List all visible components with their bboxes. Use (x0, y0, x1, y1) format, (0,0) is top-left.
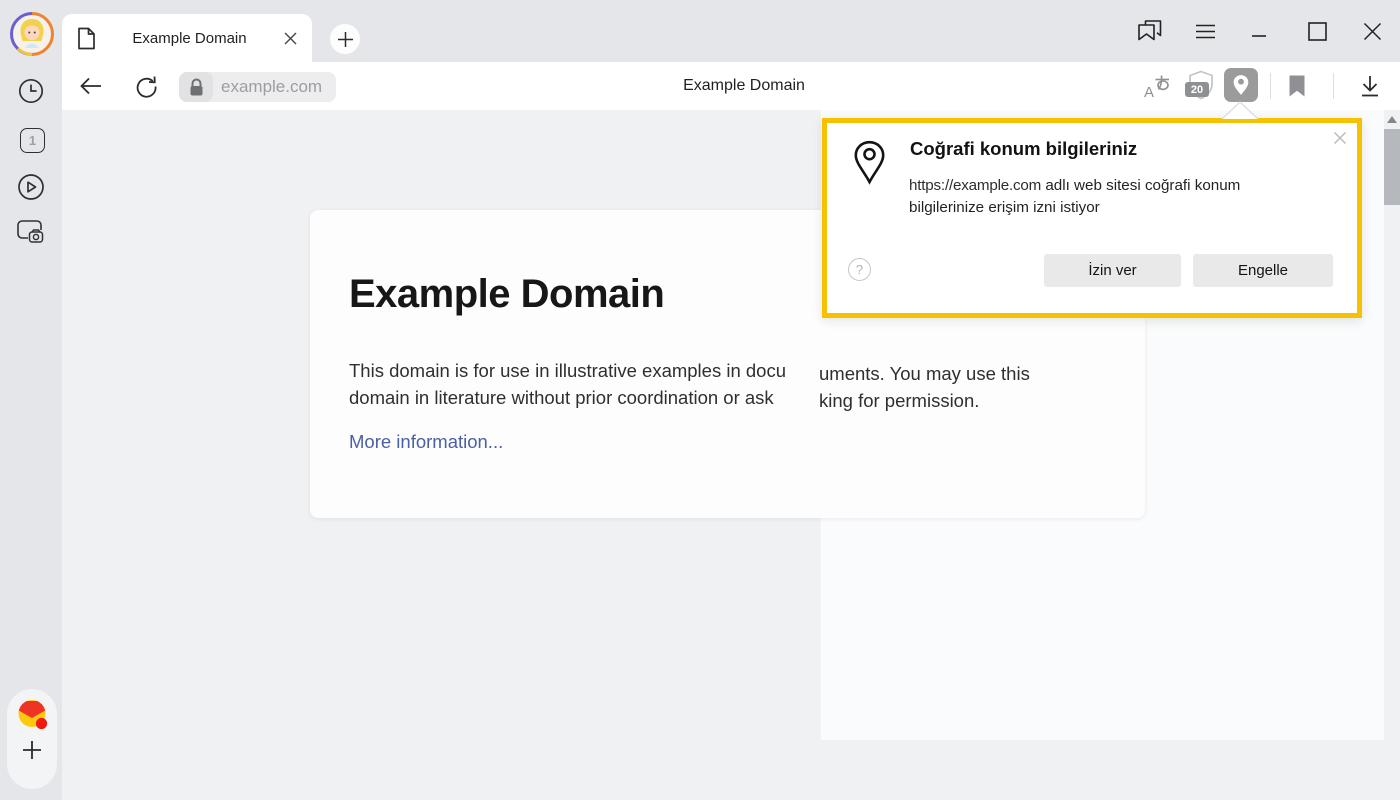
maximize-icon (1308, 22, 1327, 41)
add-app-button[interactable] (21, 739, 43, 761)
avatar-icon (9, 11, 55, 57)
location-pin-icon (853, 140, 886, 185)
svg-text:A: A (1144, 84, 1154, 100)
popup-site-url: https://example.com (909, 177, 1041, 194)
popup-title: Coğrafi konum bilgileriniz (910, 138, 1137, 160)
toolbar: example.com Example Domain A 20 (62, 62, 1400, 110)
history-clock-icon (18, 78, 44, 104)
close-icon (1333, 131, 1347, 145)
url-text: example.com (213, 77, 322, 97)
collections-button[interactable] (1134, 0, 1164, 62)
more-information-link[interactable]: More information... (349, 431, 503, 453)
translate-button[interactable]: A (1141, 62, 1173, 110)
maximize-button[interactable] (1302, 0, 1332, 62)
new-tab-button[interactable] (330, 24, 360, 54)
minimize-button[interactable] (1244, 0, 1274, 62)
sidebar-item-media[interactable] (0, 173, 62, 201)
avatar[interactable] (9, 11, 55, 57)
close-window-button[interactable] (1357, 0, 1387, 62)
page-document-icon (77, 27, 96, 50)
tab-strip: Example Domain (62, 0, 1400, 62)
sidebar: 1 (0, 0, 62, 800)
allow-button[interactable]: İzin ver (1044, 254, 1181, 287)
tab-title: Example Domain (96, 30, 283, 47)
location-permission-button[interactable] (1224, 68, 1258, 102)
yandex-app-button[interactable] (15, 698, 49, 732)
scrollbar-thumb[interactable] (1384, 129, 1400, 205)
toolbar-divider (1333, 73, 1334, 99)
download-arrow-icon (1358, 74, 1382, 99)
adblock-shield-button[interactable]: 20 (1184, 62, 1218, 110)
plus-icon (337, 31, 354, 48)
bookmark-button[interactable] (1282, 62, 1312, 110)
bookmark-flag-icon (1288, 74, 1306, 98)
back-button[interactable] (77, 62, 105, 110)
browser-window: 1 (0, 0, 1400, 800)
block-button[interactable]: Engelle (1193, 254, 1333, 287)
close-icon (1363, 22, 1382, 41)
tab-count-label: 1 (29, 133, 36, 148)
downloads-button[interactable] (1354, 62, 1386, 110)
sidebar-item-screenshot[interactable] (0, 218, 62, 246)
tab-close-button[interactable] (283, 31, 298, 46)
geolocation-permission-popup: Coğrafi konum bilgileriniz https://examp… (822, 118, 1362, 318)
page-paragraph-left: This domain is for use in illustrative e… (349, 357, 786, 411)
close-icon (283, 31, 298, 46)
toolbar-page-title: Example Domain (683, 62, 805, 110)
back-arrow-icon (79, 76, 103, 96)
popup-caret (1222, 101, 1258, 119)
scrollbar[interactable] (1384, 110, 1400, 800)
tab-example-domain[interactable]: Example Domain (62, 14, 312, 62)
translate-icon: A (1142, 73, 1172, 100)
location-pin-icon (1232, 74, 1250, 96)
hamburger-menu-icon (1195, 24, 1216, 39)
lock-icon[interactable] (179, 72, 213, 102)
help-button[interactable]: ? (848, 258, 871, 281)
sidebar-apps-panel (7, 689, 57, 789)
minimize-icon (1251, 21, 1267, 41)
address-bar[interactable]: example.com (179, 72, 336, 102)
scrollbar-up-arrow-icon[interactable] (1387, 116, 1397, 123)
popup-body-text-2: bilgilerinize erişim izni istiyor (909, 197, 1291, 219)
menu-button[interactable] (1190, 0, 1220, 62)
yandex-app-logo-icon (15, 698, 49, 732)
popup-close-button[interactable] (1331, 129, 1349, 147)
adblock-count-badge: 20 (1185, 82, 1209, 97)
collections-bookmarks-icon (1136, 19, 1163, 44)
page-paragraph-right: uments. You may use this king for permis… (819, 360, 1030, 414)
reload-button[interactable] (132, 62, 160, 110)
sidebar-item-history[interactable] (0, 78, 62, 104)
play-icon (17, 173, 45, 201)
plus-icon (21, 739, 43, 761)
reload-icon (135, 75, 158, 98)
sidebar-item-tabs[interactable]: 1 (20, 128, 45, 153)
popup-body-text-1: adlı web sitesi coğrafi konum (1041, 177, 1240, 194)
toolbar-divider (1270, 73, 1271, 99)
page-heading: Example Domain (349, 272, 664, 317)
screenshot-camera-icon (16, 218, 46, 246)
question-mark-icon: ? (856, 262, 863, 277)
popup-body: https://example.com adlı web sitesi coğr… (909, 175, 1291, 219)
